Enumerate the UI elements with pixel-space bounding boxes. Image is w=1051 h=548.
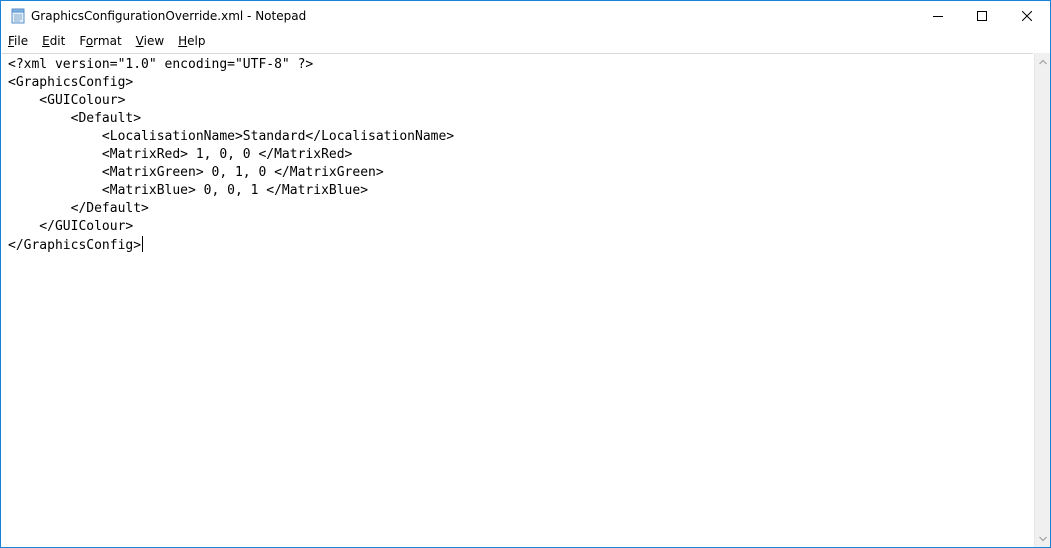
menu-bar: File Edit Format View Help xyxy=(1,31,1050,51)
editor-line: <MatrixBlue> 0, 0, 1 </MatrixBlue> xyxy=(8,183,369,198)
chevron-down-icon xyxy=(1039,536,1047,541)
chevron-up-icon xyxy=(1039,59,1047,64)
editor-line: </Default> xyxy=(8,201,149,216)
menu-edit[interactable]: Edit xyxy=(35,31,72,51)
minimize-icon xyxy=(933,16,943,17)
close-icon xyxy=(1022,11,1032,21)
menu-help-accel: H xyxy=(178,34,188,48)
title-bar[interactable]: GraphicsConfigurationOverride.xml - Note… xyxy=(1,1,1050,31)
editor-line: <Default> xyxy=(8,111,142,126)
menu-view-label: iew xyxy=(143,34,165,48)
menu-format-label: ormat xyxy=(86,34,122,48)
editor-line: </GUIColour> xyxy=(8,219,134,234)
editor-line: <GraphicsConfig> xyxy=(8,75,134,90)
menu-format-rest: rmat xyxy=(93,34,122,48)
editor-line: </GraphicsConfig> xyxy=(8,238,142,253)
close-button[interactable] xyxy=(1004,1,1050,31)
text-caret xyxy=(142,236,144,252)
notepad-window: GraphicsConfigurationOverride.xml - Note… xyxy=(0,0,1051,548)
menu-edit-accel: E xyxy=(42,34,50,48)
text-editor[interactable]: <?xml version="1.0" encoding="UTF-8" ?> … xyxy=(2,53,1033,547)
window-title: GraphicsConfigurationOverride.xml - Note… xyxy=(31,9,307,23)
editor-line: <MatrixRed> 1, 0, 0 </MatrixRed> xyxy=(8,147,353,162)
editor-line: <GUIColour> xyxy=(8,93,126,108)
menu-view-accel: V xyxy=(135,34,144,48)
scroll-up-button[interactable] xyxy=(1035,53,1050,70)
editor-line: <LocalisationName>Standard</Localisation… xyxy=(8,129,455,144)
maximize-icon xyxy=(977,11,987,21)
editor-content[interactable]: <?xml version="1.0" encoding="UTF-8" ?> … xyxy=(2,54,1033,255)
scroll-down-button[interactable] xyxy=(1035,530,1050,547)
editor-line: <?xml version="1.0" encoding="UTF-8" ?> xyxy=(8,57,314,72)
menu-help-label: elp xyxy=(187,34,206,48)
menu-view[interactable]: View xyxy=(129,31,171,51)
editor-line: <MatrixGreen> 0, 1, 0 </MatrixGreen> xyxy=(8,165,384,180)
maximize-button[interactable] xyxy=(959,1,1005,31)
menu-file-label: ile xyxy=(14,34,29,48)
notepad-icon[interactable] xyxy=(10,8,26,24)
menu-help[interactable]: Help xyxy=(171,31,212,51)
menu-edit-label: dit xyxy=(49,34,66,48)
menu-format[interactable]: Format xyxy=(72,31,128,51)
vertical-scrollbar[interactable] xyxy=(1034,53,1050,547)
menu-file[interactable]: File xyxy=(1,31,35,51)
minimize-button[interactable] xyxy=(915,1,961,31)
